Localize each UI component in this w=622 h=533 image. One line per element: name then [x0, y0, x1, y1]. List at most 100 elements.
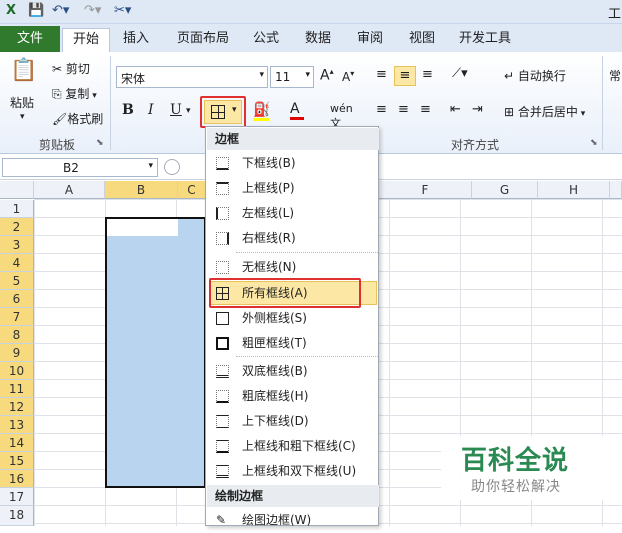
format-painter-button[interactable]: 🖌格式刷 [52, 110, 103, 127]
menu-item-double-bottom-border[interactable]: 双底框线(B) [207, 359, 379, 384]
number-format-select[interactable]: 常 [609, 67, 621, 84]
grow-font-icon[interactable]: A▴ [320, 67, 334, 84]
tab-review[interactable]: 审阅 [348, 28, 392, 52]
row-header[interactable]: 11 [0, 380, 34, 398]
underline-button[interactable]: U [170, 102, 182, 118]
row-header[interactable]: 10 [0, 362, 34, 380]
align-middle-icon[interactable]: ≡ [394, 66, 416, 86]
align-right-icon[interactable]: ≡ [420, 102, 431, 117]
decrease-indent-icon[interactable]: ⇤ [450, 102, 461, 117]
font-size-value: 11 [275, 70, 291, 84]
menu-item-top-thick-bottom-border[interactable]: 上框线和粗下框线(C) [207, 434, 379, 459]
chevron-down-icon[interactable]: ▾ [186, 106, 191, 116]
name-box[interactable]: B2 ▾ [2, 158, 158, 177]
tab-page-layout[interactable]: 页面布局 [170, 28, 236, 52]
selected-range[interactable] [105, 217, 206, 488]
menu-item-thick-bottom-border[interactable]: 粗底框线(H) [207, 384, 379, 409]
column-header[interactable]: H [538, 181, 610, 199]
column-header[interactable]: F [379, 181, 472, 199]
tab-home[interactable]: 开始 [62, 28, 110, 52]
menu-item-label: 双底框线(B) [242, 364, 308, 378]
menu-item-label: 粗匣框线(T) [242, 336, 307, 350]
menu-item-right-border[interactable]: 右框线(R) [207, 226, 379, 251]
row-header[interactable]: 7 [0, 308, 34, 326]
shrink-font-icon[interactable]: A▾ [342, 69, 354, 84]
tab-data[interactable]: 数据 [296, 28, 340, 52]
row-header[interactable]: 17 [0, 488, 34, 506]
select-all-corner[interactable] [0, 181, 34, 199]
dialog-launcher-icon[interactable]: ⬊ [96, 138, 104, 148]
increase-indent-icon[interactable]: ⇥ [472, 102, 483, 117]
menu-item-top-border[interactable]: 上框线(P) [207, 176, 379, 201]
column-header[interactable]: G [472, 181, 538, 199]
bottom-border-icon [216, 157, 229, 170]
paste-button[interactable]: 粘贴 [10, 94, 34, 111]
orientation-icon[interactable]: ⟋▾ [452, 66, 468, 81]
menu-item-thick-box-border[interactable]: 粗匣框线(T) [207, 331, 379, 356]
row-header[interactable]: 2 [0, 218, 34, 236]
menu-item-outside-borders[interactable]: 外侧框线(S) [207, 306, 379, 331]
undo-icon[interactable]: ↶▾ [52, 3, 69, 18]
customize-icon[interactable]: ✂▾ [114, 3, 131, 18]
row-header[interactable]: 8 [0, 326, 34, 344]
column-header[interactable]: B [105, 181, 178, 199]
row-header[interactable]: 3 [0, 236, 34, 254]
row-header[interactable]: 16 [0, 470, 34, 488]
column-header[interactable]: C [178, 181, 206, 199]
redo-icon[interactable]: ↷▾ [84, 3, 101, 18]
clipboard-group-label: 剪贴板 [38, 138, 75, 152]
row-header[interactable]: 12 [0, 398, 34, 416]
copy-button[interactable]: ⎘ 复制 ▾ [52, 85, 97, 102]
chevron-down-icon[interactable]: ▾ [20, 112, 25, 122]
row-header[interactable]: 4 [0, 254, 34, 272]
row-header[interactable]: 13 [0, 416, 34, 434]
row-header[interactable]: 14 [0, 434, 34, 452]
top-border-icon [216, 182, 229, 195]
menu-item-top-bottom-border[interactable]: 上下框线(D) [207, 409, 379, 434]
align-center-icon[interactable]: ≡ [398, 102, 409, 117]
row-header[interactable]: 1 [0, 200, 34, 218]
tab-developer[interactable]: 开发工具 [452, 28, 518, 52]
fill-color-icon[interactable]: ⛽ [253, 102, 270, 121]
tab-formulas[interactable]: 公式 [244, 28, 288, 52]
row-header[interactable]: 9 [0, 344, 34, 362]
align-left-icon[interactable]: ≡ [376, 102, 387, 117]
borders-dropdown-menu: 边框 下框线(B) 上框线(P) 左框线(L) 右框线(R) 无框线(N) 所有… [205, 126, 379, 527]
bold-button[interactable]: B [122, 102, 134, 118]
merge-center-button[interactable]: ⊞ 合并后居中 ▾ [504, 103, 585, 120]
menu-item-label: 上下框线(D) [242, 414, 309, 428]
font-name-select[interactable]: 宋体 ▾ [116, 66, 268, 88]
tab-view[interactable]: 视图 [400, 28, 444, 52]
menu-item-no-border[interactable]: 无框线(N) [207, 255, 379, 280]
copy-icon: ⎘ [52, 87, 66, 101]
row-header[interactable]: 15 [0, 452, 34, 470]
excel-app-icon[interactable]: X [6, 3, 16, 18]
column-header[interactable] [610, 181, 622, 199]
menu-item-bottom-border[interactable]: 下框线(B) [207, 151, 379, 176]
double-bottom-border-icon [216, 365, 229, 378]
row-header[interactable]: 5 [0, 272, 34, 290]
tab-file[interactable]: 文件 [0, 26, 60, 52]
align-top-icon[interactable]: ≡ [376, 67, 387, 82]
menu-item-label: 粗底框线(H) [242, 389, 309, 403]
row-header[interactable]: 6 [0, 290, 34, 308]
font-size-select[interactable]: 11 ▾ [270, 66, 314, 88]
italic-button[interactable]: I [148, 102, 154, 118]
column-header[interactable]: A [34, 181, 105, 199]
paste-icon[interactable]: 📋 [10, 58, 37, 83]
save-icon[interactable]: 💾 [28, 3, 44, 18]
tab-insert[interactable]: 插入 [114, 28, 158, 52]
active-cell[interactable] [107, 219, 178, 236]
left-border-icon [216, 207, 229, 220]
expand-icon[interactable] [164, 159, 180, 175]
menu-item-left-border[interactable]: 左框线(L) [207, 201, 379, 226]
align-bottom-icon[interactable]: ≡ [422, 67, 433, 82]
wrap-text-button[interactable]: ↵ 自动换行 [504, 67, 566, 84]
dialog-launcher-icon[interactable]: ⬊ [590, 138, 598, 148]
cut-button[interactable]: ✂ 剪切 [52, 60, 90, 77]
menu-item-top-double-bottom-border[interactable]: 上框线和双下框线(U) [207, 459, 379, 484]
chevron-down-icon: ▾ [259, 70, 264, 80]
font-color-icon[interactable]: A [290, 101, 304, 120]
menu-item-draw-border[interactable]: ✎ 绘图边框(W) [207, 508, 379, 533]
row-header[interactable]: 18 [0, 506, 34, 526]
